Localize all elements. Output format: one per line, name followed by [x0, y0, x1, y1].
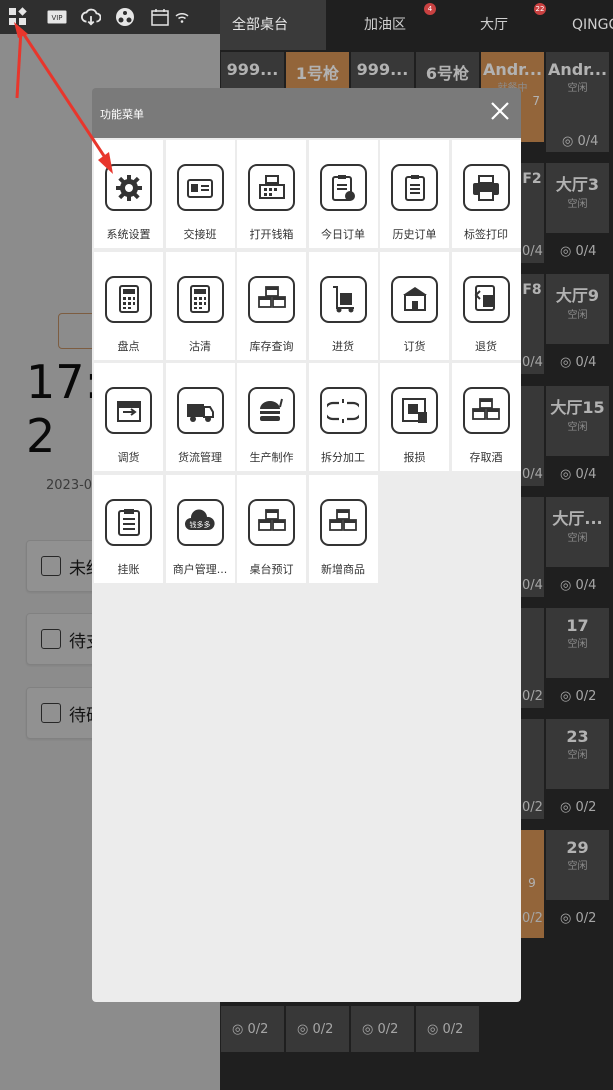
apps-grid-icon[interactable]: [8, 7, 28, 27]
menu-item-label: 交接班: [183, 228, 217, 241]
tab-all-tables[interactable]: 全部桌台(52): [220, 0, 326, 83]
menu-item-label: 货流管理: [178, 451, 222, 464]
calculator-icon: [176, 275, 224, 323]
menu-item-18[interactable]: 存取酒: [451, 363, 521, 471]
menu-item-label: 历史订单: [392, 228, 437, 241]
delivery-truck-icon: [176, 387, 224, 434]
menu-item-label: 系统设置: [106, 228, 151, 241]
boxes-icon: [248, 275, 295, 323]
menu-item-label: 挂账: [117, 562, 140, 576]
menu-item-label: 沽清: [189, 339, 211, 353]
tab-qingc[interactable]: QINGC: [572, 0, 613, 50]
return-icon: [462, 275, 510, 323]
menu-item-11[interactable]: 订货: [380, 251, 449, 360]
store-icon: [391, 275, 438, 323]
menu-item-label: 退货: [475, 339, 497, 353]
menu-item-5[interactable]: 历史订单: [380, 140, 449, 248]
boxes-icon: [462, 387, 510, 434]
close-icon[interactable]: [487, 100, 513, 126]
order-history-icon: [391, 164, 438, 211]
menu-item-label: 存取酒: [469, 451, 503, 464]
boxes-icon: [319, 498, 367, 546]
tab-badge: 4: [424, 3, 436, 15]
tab-hall[interactable]: 大厅 22: [480, 0, 546, 50]
menu-item-label: 调货: [117, 451, 140, 464]
burger-icon: [248, 387, 295, 434]
menu-item-label: 进货: [332, 339, 354, 353]
menu-item-label: 新增商品: [321, 562, 365, 576]
menu-item-label: 盘点: [117, 339, 140, 353]
menu-item-8[interactable]: 沽清: [165, 251, 235, 360]
id-card-icon: [176, 164, 224, 211]
calculator-icon: [105, 275, 152, 323]
menu-item-label: 报损: [403, 451, 426, 464]
modal-title: 功能菜单: [100, 108, 144, 121]
menu-item-10[interactable]: 进货: [308, 251, 378, 360]
split-icon: [319, 387, 367, 434]
menu-item-16[interactable]: 拆分加工: [308, 363, 378, 471]
menu-item-3[interactable]: 打开钱箱: [237, 140, 306, 248]
svg-text:钱多多: 钱多多: [190, 520, 211, 529]
damage-icon: [391, 387, 438, 434]
tab-fuel-area[interactable]: 加油区 4: [364, 0, 436, 50]
cash-register-icon: [248, 164, 295, 211]
printer-icon: [462, 164, 510, 211]
area-tabs: 全部桌台(52) 加油区4 大厅22 QINGC: [220, 0, 613, 83]
vip-icon[interactable]: VIP: [47, 7, 67, 27]
menu-item-20[interactable]: 钱多多商户管理...: [165, 474, 235, 583]
menu-item-15[interactable]: 生产制作: [237, 363, 306, 471]
boxes-icon: [248, 498, 295, 546]
rider-icon[interactable]: [115, 7, 135, 27]
menu-item-label: 生产制作: [249, 451, 294, 464]
menu-item-7[interactable]: 盘点: [94, 251, 163, 360]
menu-item-2[interactable]: 交接班: [165, 140, 235, 248]
menu-item-label: 订货: [403, 339, 426, 353]
tab-badge: 22: [534, 3, 546, 15]
top-toolbar: VIP: [0, 0, 220, 34]
wifi-icon: [172, 7, 192, 27]
menu-item-label: 商户管理...: [172, 562, 228, 576]
menu-item-label: 今日订单: [321, 228, 365, 241]
function-menu-header: 功能菜单: [92, 88, 521, 138]
menu-item-22[interactable]: 新增商品: [308, 474, 378, 583]
hand-truck-icon: [319, 275, 367, 323]
menu-item-label: 打开钱箱: [249, 228, 294, 241]
function-menu: 系统设置 交接班 打开钱箱 今日订单 历史订单 标签打印盘点 沽清 库存查询 进货 订货 退货调货 货…: [92, 138, 521, 1002]
menu-item-label: 拆分加工: [321, 451, 365, 464]
gear-icon: [105, 164, 152, 211]
menu-item-14[interactable]: 货流管理: [165, 363, 235, 471]
cloud-merchant-icon: 钱多多: [176, 498, 224, 546]
transfer-store-icon: [105, 387, 152, 434]
menu-item-4[interactable]: 今日订单: [308, 140, 378, 248]
menu-item-9[interactable]: 库存查询: [237, 251, 306, 360]
menu-item-6[interactable]: 标签打印: [451, 140, 521, 248]
menu-item-21[interactable]: 桌台预订: [237, 474, 306, 583]
menu-item-19[interactable]: 挂账: [94, 474, 163, 583]
clipboard-icon: [105, 498, 152, 546]
menu-item-17[interactable]: 报损: [380, 363, 449, 471]
order-today-icon: [319, 164, 367, 211]
menu-item-13[interactable]: 调货: [94, 363, 163, 471]
menu-item-label: 标签打印: [464, 228, 508, 241]
menu-item-label: 桌台预订: [249, 562, 294, 576]
menu-item-1[interactable]: 系统设置: [94, 140, 163, 248]
cloud-download-icon[interactable]: [81, 7, 101, 27]
calendar-icon[interactable]: [150, 7, 170, 27]
menu-item-label: 库存查询: [249, 339, 294, 353]
menu-item-12[interactable]: 退货: [451, 251, 521, 360]
svg-text:VIP: VIP: [51, 14, 62, 22]
